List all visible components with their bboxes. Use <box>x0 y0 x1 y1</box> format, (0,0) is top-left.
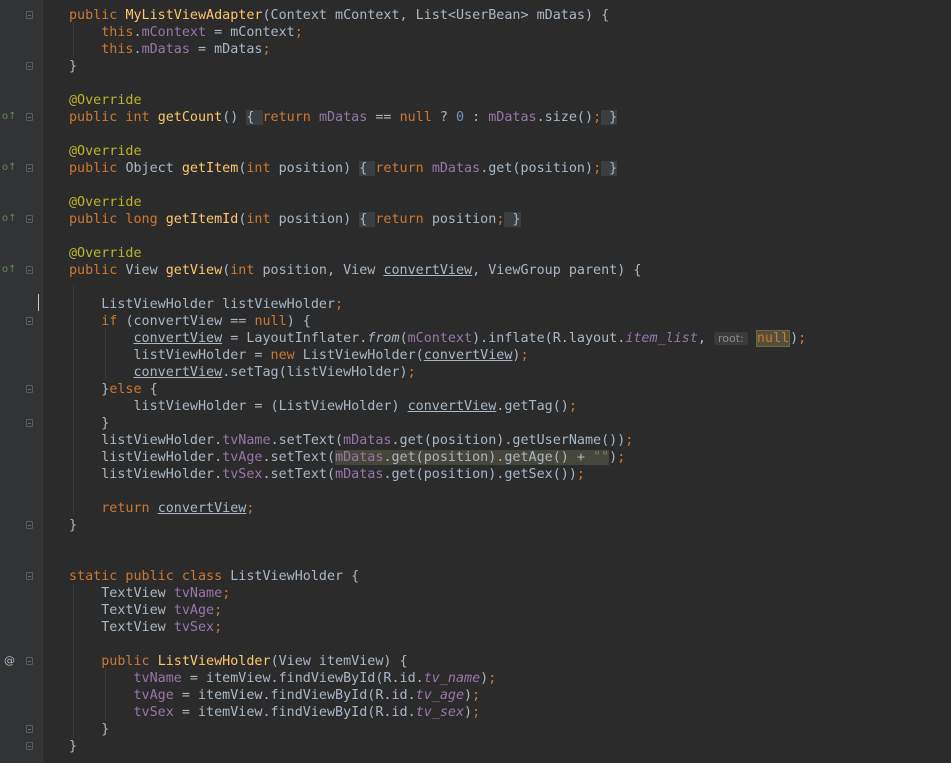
code-line[interactable]: if (convertView == null) { <box>0 313 951 330</box>
parameter-hint: root: <box>714 332 748 345</box>
override-method-icon[interactable]: o↑ <box>2 161 17 175</box>
code-line[interactable]: @Override <box>0 92 951 109</box>
fold-toggle-icon[interactable] <box>26 385 33 393</box>
code-line[interactable]: }else { <box>0 381 951 398</box>
code-area[interactable]: public MyListViewAdapter(Context mContex… <box>0 0 951 763</box>
code-line[interactable]: convertView = LayoutInflater.from(mConte… <box>0 330 951 347</box>
code-line[interactable]: } <box>0 517 951 534</box>
code-line[interactable]: this.mContext = mContext; <box>0 24 951 41</box>
code-line[interactable]: static public class ListViewHolder { <box>0 568 951 585</box>
code-line[interactable]: TextView tvAge; <box>0 602 951 619</box>
code-line[interactable]: listViewHolder.tvAge.setText(mDatas.get(… <box>0 449 951 466</box>
code-line[interactable]: } <box>0 415 951 432</box>
code-line[interactable]: listViewHolder = (ListViewHolder) conver… <box>0 398 951 415</box>
fold-toggle-icon[interactable] <box>26 317 33 325</box>
code-line[interactable]: @Override <box>0 194 951 211</box>
code-line[interactable]: ListViewHolder listViewHolder; <box>0 296 951 313</box>
fold-toggle-icon[interactable] <box>26 113 33 121</box>
code-line[interactable]: tvSex = itemView.findViewById(R.id.tv_se… <box>0 704 951 721</box>
code-editor[interactable]: public MyListViewAdapter(Context mContex… <box>0 0 951 763</box>
fold-toggle-icon[interactable] <box>26 164 33 172</box>
code-line[interactable]: return convertView; <box>0 500 951 517</box>
fold-end-icon[interactable] <box>26 742 33 750</box>
implementation-at-icon[interactable]: @ <box>4 654 16 668</box>
fold-end-icon[interactable] <box>26 62 33 70</box>
code-line[interactable]: } <box>0 721 951 738</box>
code-line[interactable]: TextView tvName; <box>0 585 951 602</box>
fold-end-icon[interactable] <box>26 725 33 733</box>
override-method-icon[interactable]: o↑ <box>2 263 17 277</box>
code-line[interactable]: public MyListViewAdapter(Context mContex… <box>0 7 951 24</box>
code-line[interactable]: TextView tvSex; <box>0 619 951 636</box>
code-line[interactable]: o↑ public int getCount() { return mDatas… <box>0 109 951 126</box>
code-line[interactable]: convertView.setTag(listViewHolder); <box>0 364 951 381</box>
fold-toggle-icon[interactable] <box>26 11 33 19</box>
fold-toggle-icon[interactable] <box>26 266 33 274</box>
code-line[interactable]: o↑ public long getItemId(int position) {… <box>0 211 951 228</box>
code-line[interactable]: this.mDatas = mDatas; <box>0 41 951 58</box>
code-line[interactable]: } <box>0 58 951 75</box>
code-line[interactable]: listViewHolder.tvSex.setText(mDatas.get(… <box>0 466 951 483</box>
code-line[interactable]: listViewHolder.tvName.setText(mDatas.get… <box>0 432 951 449</box>
fold-toggle-icon[interactable] <box>26 215 33 223</box>
fold-end-icon[interactable] <box>26 521 33 529</box>
code-line[interactable]: } <box>0 738 951 755</box>
code-line[interactable]: @ public ListViewHolder(View itemView) { <box>0 653 951 670</box>
code-line[interactable]: listViewHolder = new ListViewHolder(conv… <box>0 347 951 364</box>
code-line[interactable]: @Override <box>0 143 951 160</box>
fold-end-icon[interactable] <box>26 419 33 427</box>
fold-toggle-icon[interactable] <box>26 657 33 665</box>
code-line[interactable]: @Override <box>0 245 951 262</box>
override-method-icon[interactable]: o↑ <box>2 110 17 124</box>
code-line[interactable]: o↑ public Object getItem(int position) {… <box>0 160 951 177</box>
code-line[interactable]: o↑ public View getView(int position, Vie… <box>0 262 951 279</box>
code-line[interactable]: tvName = itemView.findViewById(R.id.tv_n… <box>0 670 951 687</box>
fold-toggle-icon[interactable] <box>26 572 33 580</box>
override-method-icon[interactable]: o↑ <box>2 212 17 226</box>
code-line[interactable]: tvAge = itemView.findViewById(R.id.tv_ag… <box>0 687 951 704</box>
